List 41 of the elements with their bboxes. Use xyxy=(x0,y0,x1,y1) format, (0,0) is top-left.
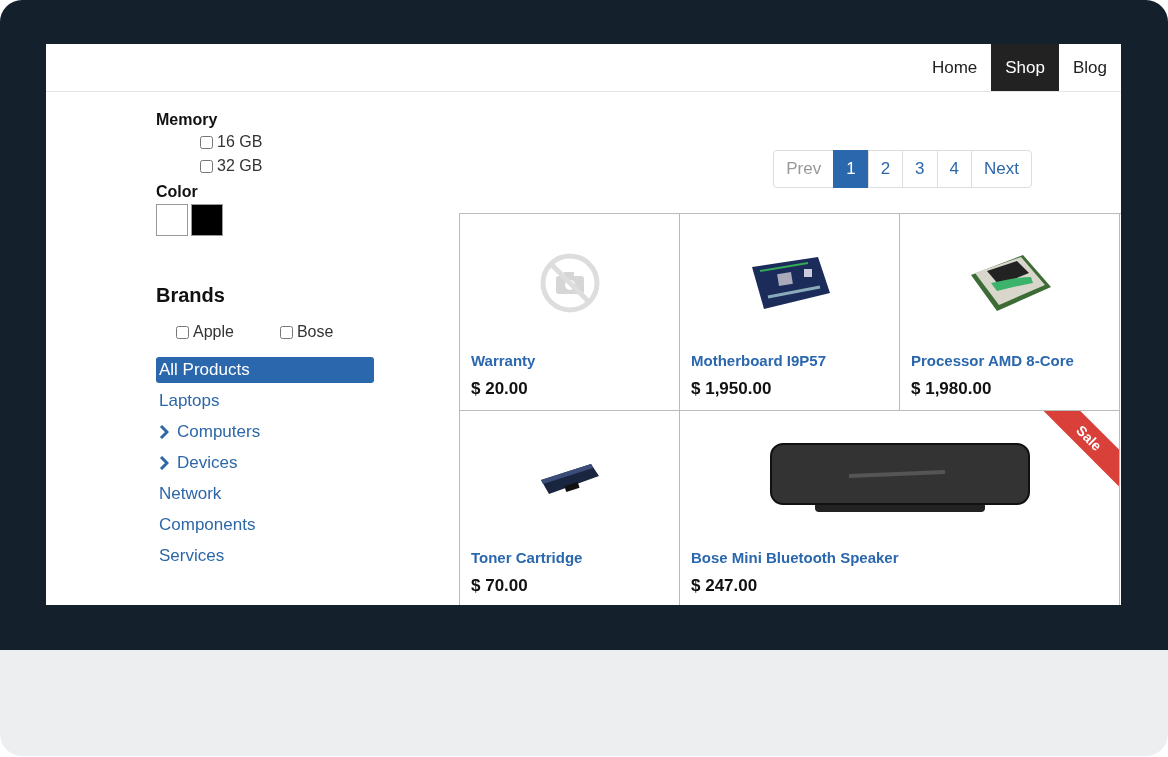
product-price: $ 70.00 xyxy=(471,576,529,596)
checkbox[interactable] xyxy=(176,325,189,339)
category-link[interactable]: Computers xyxy=(156,419,374,445)
brand-option-label: Bose xyxy=(296,323,334,341)
no-photo-icon xyxy=(538,252,601,314)
nav-link[interactable]: Blog xyxy=(1058,44,1121,91)
category-link[interactable]: Components xyxy=(156,512,374,538)
product-price: $ 247.00 xyxy=(691,576,759,596)
product-price: $ 20.00 xyxy=(471,379,529,399)
category-link[interactable]: Devices xyxy=(156,450,374,476)
pagination-link[interactable]: Next xyxy=(971,150,1032,188)
product-name-link[interactable]: Processor AMD 8-Core xyxy=(911,352,1074,369)
product-price: $ 1,950.00 xyxy=(691,379,773,399)
product-name-link[interactable]: Warranty xyxy=(471,352,536,369)
brands-heading: Brands xyxy=(156,284,226,307)
category-link[interactable]: All Products xyxy=(156,357,374,383)
category-link[interactable]: Laptops xyxy=(156,388,374,414)
color-swatch[interactable] xyxy=(191,204,223,236)
checkbox[interactable] xyxy=(200,159,213,173)
nav-link[interactable]: Shop xyxy=(991,44,1059,91)
checkbox[interactable] xyxy=(279,325,293,339)
chevron-right-icon xyxy=(159,425,169,439)
brand-option-label: Apple xyxy=(193,323,234,341)
color-swatch[interactable] xyxy=(156,204,188,236)
pagination-link[interactable]: 3 xyxy=(902,150,938,188)
pagination-link[interactable]: 1 xyxy=(833,150,869,188)
product-name-link[interactable]: Motherboard I9P57 xyxy=(691,352,827,369)
pagination-link[interactable]: 2 xyxy=(867,150,904,188)
memory-option-label: 16 GB xyxy=(217,133,263,151)
filter-heading: Color xyxy=(156,183,199,201)
pagination-link[interactable]: 4 xyxy=(936,150,973,188)
checkbox[interactable] xyxy=(200,135,213,149)
nav-link[interactable]: Home xyxy=(917,44,992,91)
product-name-link[interactable]: Bose Mini Bluetooth Speaker xyxy=(691,549,899,566)
category-link[interactable]: Services xyxy=(156,543,374,569)
product-price: $ 1,980.00 xyxy=(911,379,993,399)
filter-heading: Memory xyxy=(156,111,219,129)
memory-option-label: 32 GB xyxy=(217,157,263,175)
chevron-right-icon xyxy=(159,456,169,470)
product-name-link[interactable]: Toner Cartridge xyxy=(471,549,583,566)
category-link[interactable]: Network xyxy=(156,481,374,507)
